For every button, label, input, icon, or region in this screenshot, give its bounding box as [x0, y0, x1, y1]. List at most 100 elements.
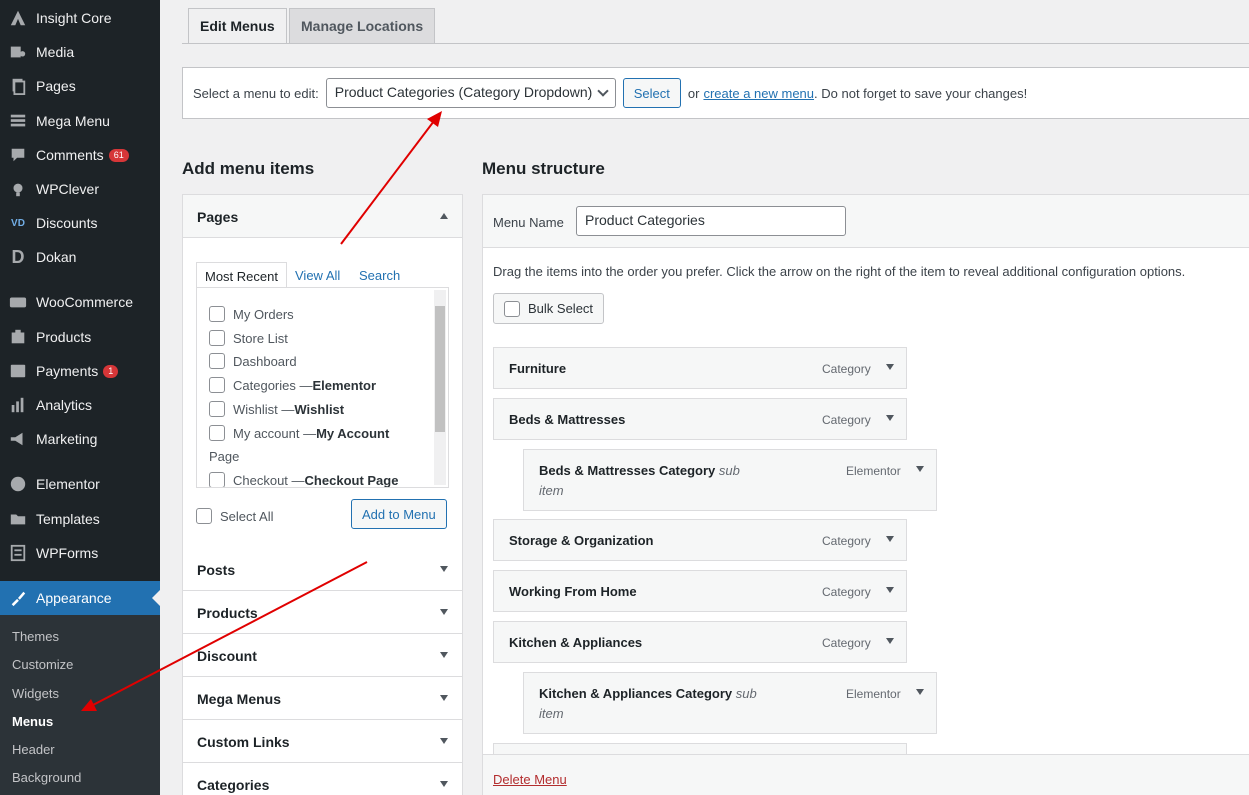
accordion-products-header[interactable]: Products	[183, 591, 462, 634]
checkbox[interactable]	[209, 401, 225, 417]
page-option-store-list[interactable]: Store List	[209, 330, 288, 346]
sidebar-item-analytics[interactable]: Analytics	[0, 388, 160, 422]
create-new-menu-link[interactable]: create a new menu	[703, 86, 814, 101]
expand-arrow-icon[interactable]	[916, 689, 924, 695]
expand-arrow-icon[interactable]	[886, 638, 894, 644]
menu-item-working-from-home[interactable]: Working From Home Category	[493, 570, 907, 612]
sidebar-item-wpclever[interactable]: WPClever	[0, 172, 160, 206]
expand-arrow-icon	[440, 781, 448, 787]
page-option-label: Page	[209, 449, 240, 464]
page-template-name: Checkout Page	[304, 472, 399, 488]
page-option-checkout[interactable]: Checkout — Checkout Page	[209, 472, 399, 488]
sidebar-item-wpforms[interactable]: WPForms	[0, 536, 160, 570]
accordion-mega-menus-header[interactable]: Mega Menus	[183, 677, 462, 720]
sidebar-item-dokan[interactable]: D Dokan	[0, 240, 160, 274]
menu-item-type: Category	[822, 636, 871, 650]
expand-arrow-icon	[440, 738, 448, 744]
tab-edit-menus[interactable]: Edit Menus	[188, 8, 287, 44]
expand-arrow-icon[interactable]	[886, 415, 894, 421]
checkbox[interactable]	[209, 472, 225, 487]
page-option-categories[interactable]: Categories — Elementor	[209, 377, 376, 393]
select-menu-button[interactable]: Select	[622, 78, 681, 108]
tab-search[interactable]: Search	[359, 268, 400, 283]
sidebar-item-payments[interactable]: Payments 1	[0, 354, 160, 388]
checkbox[interactable]	[209, 353, 225, 369]
menu-item-beds-mattresses[interactable]: Beds & Mattresses Category	[493, 398, 907, 440]
pages-icon	[0, 77, 36, 95]
submenu-themes[interactable]: Themes	[12, 629, 59, 644]
sub-item-note: item	[539, 483, 564, 498]
menu-select-dropdown[interactable]: Product Categories (Category Dropdown)	[325, 78, 616, 108]
page-option-label: Wishlist —	[233, 401, 295, 417]
insight-core-icon	[0, 9, 36, 27]
expand-arrow-icon	[440, 652, 448, 658]
select-all-option[interactable]: Select All	[196, 508, 273, 524]
sidebar-item-mega-menu[interactable]: Mega Menu	[0, 104, 160, 138]
bulk-select-checkbox[interactable]	[504, 300, 520, 317]
sub-item-note: item	[539, 706, 564, 721]
submenu-background[interactable]: Background	[12, 770, 81, 785]
submenu-menus[interactable]: Menus	[12, 714, 53, 729]
page-option-label: Checkout —	[233, 472, 305, 488]
menu-item-kitchen-appliances-category[interactable]: Kitchen & Appliances Category sub item E…	[523, 672, 937, 734]
menu-item-storage-organization[interactable]: Storage & Organization Category	[493, 519, 907, 561]
sidebar-item-elementor[interactable]: Elementor	[0, 467, 160, 501]
tab-view-all[interactable]: View All	[295, 268, 340, 283]
checkbox[interactable]	[209, 377, 225, 393]
tab-manage-locations[interactable]: Manage Locations	[289, 8, 436, 44]
menu-select-bar: Select a menu to edit: Product Categorie…	[182, 67, 1249, 119]
expand-arrow-icon[interactable]	[886, 587, 894, 593]
sidebar-item-discounts[interactable]: VD Discounts	[0, 206, 160, 240]
sidebar-item-media[interactable]: Media	[0, 35, 160, 69]
menu-item-title: Working From Home	[509, 584, 637, 599]
expand-arrow-icon[interactable]	[886, 364, 894, 370]
sidebar-item-templates[interactable]: Templates	[0, 502, 160, 536]
page-option-my-account[interactable]: My account — My Account	[209, 425, 389, 441]
page-option-wishlist[interactable]: Wishlist — Wishlist	[209, 401, 344, 417]
page-option-dashboard[interactable]: Dashboard	[209, 353, 297, 369]
accordion-custom-links-header[interactable]: Custom Links	[183, 720, 462, 763]
menu-item-kitchen-appliances[interactable]: Kitchen & Appliances Category	[493, 621, 907, 663]
menu-item-type: Category	[822, 413, 871, 427]
sidebar-item-marketing[interactable]: Marketing	[0, 422, 160, 456]
sidebar-item-comments[interactable]: Comments 61	[0, 138, 160, 172]
accordion-posts-header[interactable]: Posts	[183, 548, 462, 591]
menu-item-title: Kitchen & Appliances Category	[539, 686, 733, 701]
accordion-pages-header[interactable]: Pages	[183, 195, 462, 238]
checkbox[interactable]	[209, 306, 225, 322]
sidebar-item-appearance[interactable]: Appearance	[0, 581, 160, 615]
checklist-scrollbar[interactable]	[434, 290, 446, 485]
delete-menu-link[interactable]: Delete Menu	[493, 772, 567, 787]
expand-arrow-icon[interactable]	[916, 466, 924, 472]
selected-menu-value: Product Categories (Category Dropdown)	[334, 84, 593, 100]
accordion-discount-header[interactable]: Discount	[183, 634, 462, 677]
products-icon	[0, 328, 36, 346]
sidebar-item-insight-core[interactable]: Insight Core	[0, 1, 160, 35]
checkbox[interactable]	[209, 330, 225, 346]
page-option-label: Store List	[233, 330, 288, 346]
menu-item-furniture[interactable]: Furniture Category	[493, 347, 907, 389]
page-option-label: Categories —	[233, 377, 313, 393]
accordion-categories-header[interactable]: Categories	[183, 763, 462, 795]
menu-name-input[interactable]: Product Categories	[576, 206, 846, 236]
sidebar-item-products[interactable]: Products	[0, 320, 160, 354]
submenu-widgets[interactable]: Widgets	[12, 686, 59, 701]
sidebar-item-pages[interactable]: Pages	[0, 69, 160, 103]
submenu-customize[interactable]: Customize	[12, 657, 73, 672]
bulk-select-button[interactable]: Bulk Select	[493, 293, 605, 324]
scrollbar-thumb[interactable]	[435, 306, 445, 432]
add-to-menu-button[interactable]: Add to Menu	[351, 499, 447, 529]
templates-icon	[0, 510, 36, 528]
page-option-my-orders[interactable]: My Orders	[209, 306, 294, 322]
menu-item-beds-mattresses-category[interactable]: Beds & Mattresses Category sub item Elem…	[523, 449, 937, 511]
elementor-icon	[0, 475, 36, 493]
expand-arrow-icon[interactable]	[886, 536, 894, 542]
accordion-mega-menus-title: Mega Menus	[197, 691, 282, 707]
add-menu-items-heading: Add menu items	[182, 159, 315, 178]
sidebar-item-woocommerce[interactable]: WooCommerce	[0, 285, 160, 319]
menu-item-partial[interactable]	[493, 743, 907, 754]
submenu-header[interactable]: Header	[12, 742, 55, 757]
checkbox[interactable]	[209, 425, 225, 441]
select-all-checkbox[interactable]	[196, 508, 212, 524]
menu-item-type: Category	[822, 585, 871, 599]
